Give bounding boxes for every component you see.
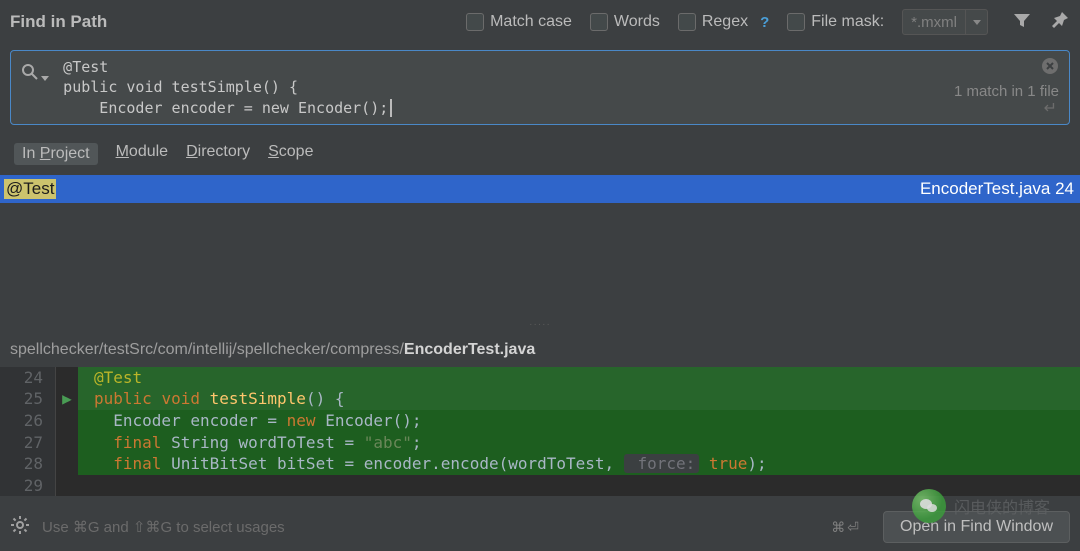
open-in-find-window-button[interactable]: Open in Find Window	[883, 511, 1070, 543]
regex-checkbox[interactable]: Regex	[678, 13, 748, 31]
line-number: 27	[0, 432, 56, 454]
tab-directory[interactable]: Directory	[186, 143, 250, 165]
search-text: @Test public void testSimple() { Encoder…	[49, 57, 1059, 118]
file-mask-value: *.mxml	[903, 14, 965, 31]
preview-file-path: spellchecker/testSrc/com/intellij/spellc…	[0, 333, 1080, 367]
clear-icon[interactable]	[1041, 57, 1059, 79]
footer-shortcut: ⌘⏎	[831, 519, 861, 536]
line-number: 28	[0, 453, 56, 475]
line-number: 26	[0, 410, 56, 432]
line-number: 29	[0, 475, 56, 497]
regex-help-link[interactable]: ?	[760, 14, 769, 31]
pin-icon[interactable]	[1050, 10, 1070, 34]
run-gutter-icon[interactable]: ▶	[56, 388, 78, 410]
match-case-checkbox[interactable]: Match case	[466, 13, 572, 31]
search-result-row[interactable]: @Test EncoderTest.java 24	[0, 175, 1080, 203]
checkbox-icon	[466, 13, 484, 31]
search-input[interactable]: @Test public void testSimple() { Encoder…	[10, 50, 1070, 125]
tab-in-project[interactable]: In Project	[14, 143, 98, 165]
scope-tabs: In Project Module Directory Scope	[0, 135, 1080, 175]
tab-scope[interactable]: Scope	[268, 143, 313, 165]
filter-icon[interactable]	[1012, 10, 1032, 34]
dialog-title: Find in Path	[10, 12, 107, 32]
result-file-location: EncoderTest.java 24	[920, 179, 1074, 199]
tab-module[interactable]: Module	[116, 143, 168, 165]
file-mask-select[interactable]: *.mxml	[902, 9, 988, 35]
result-match-text: @Test	[4, 179, 56, 199]
checkbox-icon	[678, 13, 696, 31]
enter-icon: ↵	[1044, 98, 1057, 118]
gear-icon[interactable]	[10, 515, 30, 539]
checkbox-icon	[787, 13, 805, 31]
footer-hint: Use ⌘G and ⇧⌘G to select usages	[42, 518, 819, 536]
gutter-marker	[56, 367, 78, 389]
regex-label: Regex	[702, 13, 748, 31]
line-number: 25	[0, 388, 56, 410]
code-preview[interactable]: 24 @Test 25 ▶ public void testSimple() {…	[0, 367, 1080, 497]
match-case-label: Match case	[490, 13, 572, 31]
chevron-down-icon[interactable]	[965, 10, 987, 34]
words-checkbox[interactable]: Words	[590, 13, 660, 31]
line-number: 24	[0, 367, 56, 389]
splitter-handle[interactable]: ·····	[0, 319, 1080, 333]
words-label: Words	[614, 13, 660, 31]
results-area	[0, 203, 1080, 319]
file-mask-label: File mask:	[811, 13, 884, 31]
checkbox-icon	[590, 13, 608, 31]
file-mask-checkbox[interactable]: File mask:	[787, 13, 884, 31]
search-icon	[21, 63, 49, 85]
